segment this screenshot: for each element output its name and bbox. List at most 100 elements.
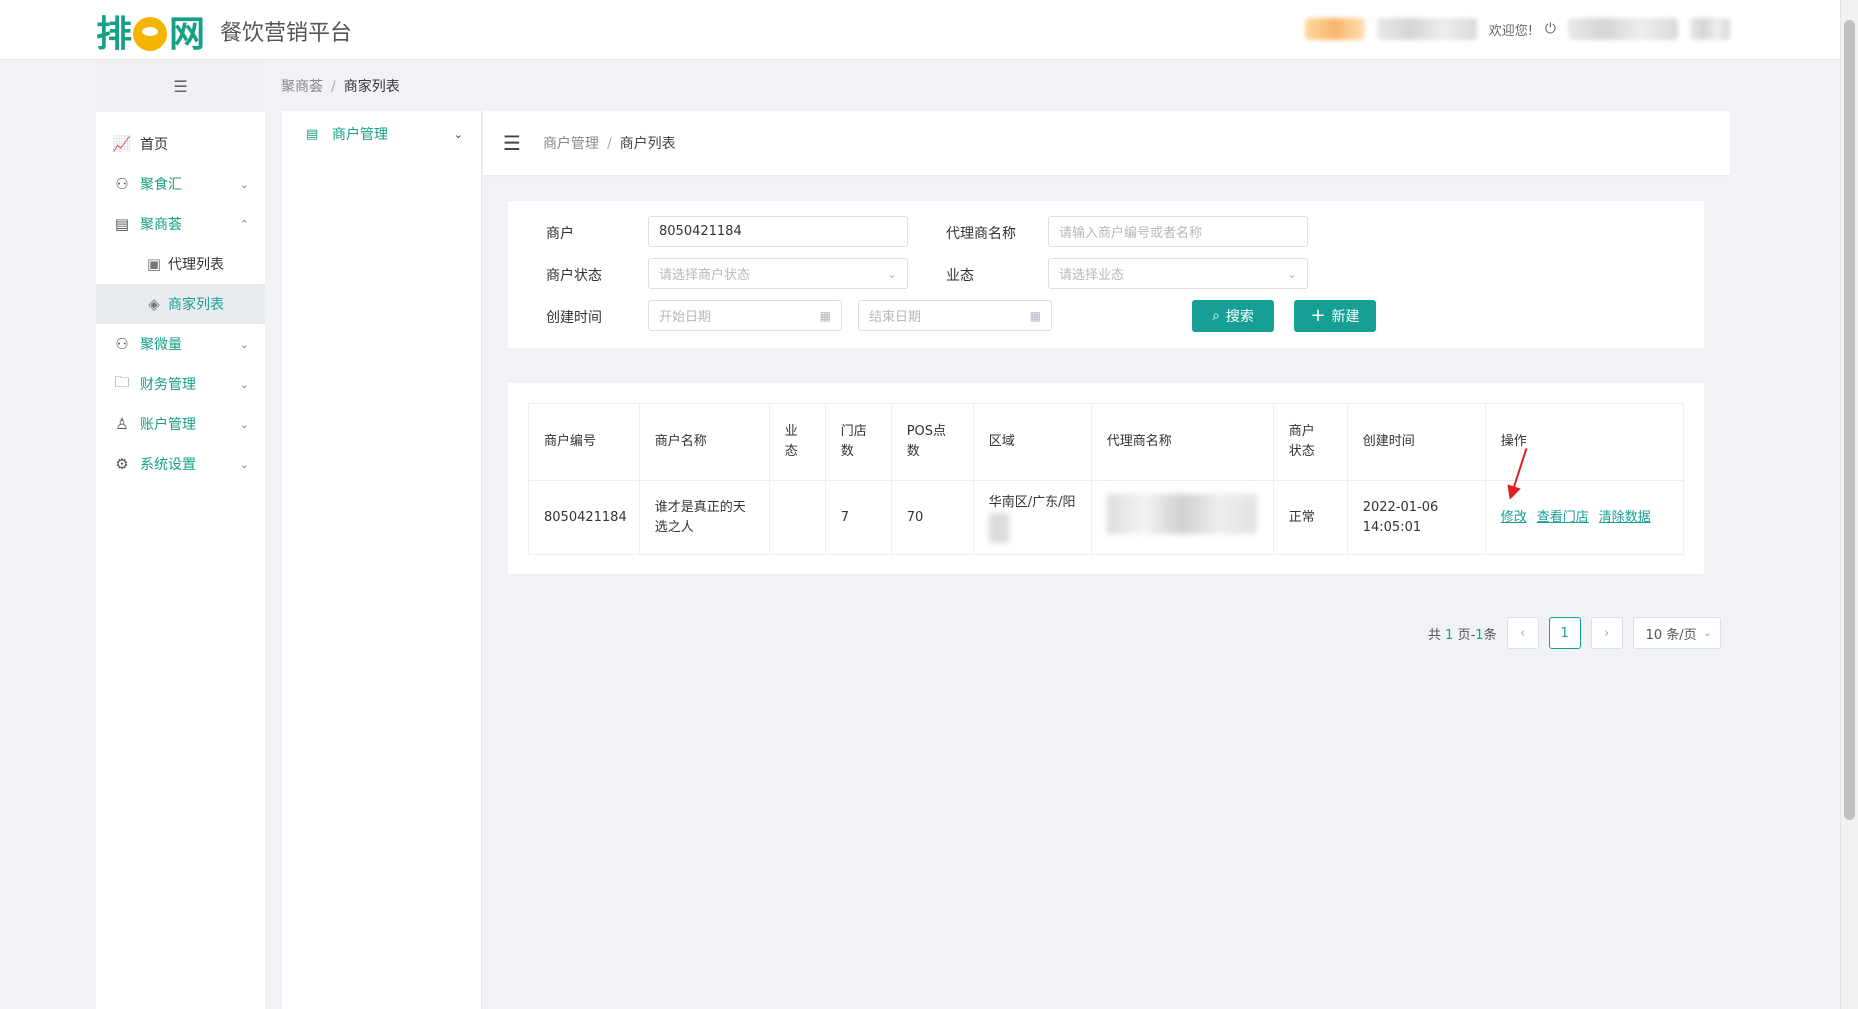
status-label: 商户状态 <box>546 268 602 284</box>
th-created: 创建时间 <box>1346 403 1486 481</box>
cell-region: 华南区/广东/阳 <box>972 480 1092 555</box>
sidebar-item-juweiliang[interactable]: ⚇ 聚微量 ⌄ <box>96 324 265 364</box>
sidebar-item-agent-list[interactable]: ▣ 代理列表 <box>96 244 265 284</box>
sidebar-item-home[interactable]: 📈 首页 <box>96 124 265 164</box>
cell-merchant-name: 谁才是真正的天选之人 <box>638 480 770 555</box>
th-business: 业态 <box>768 403 826 481</box>
cell-merchant-id: 8050421184 <box>528 480 640 555</box>
prev-page-button[interactable]: ‹ <box>1506 617 1539 649</box>
content-header: ☰ 商户管理 / 商户列表 <box>483 111 1730 175</box>
user-icon: ♙ <box>115 415 129 433</box>
cell-created: 2022-01-06 14:05:01 <box>1346 480 1486 555</box>
th-status: 商户状态 <box>1272 403 1348 481</box>
start-date-placeholder: 开始日期 <box>659 310 712 325</box>
account-blurred <box>1568 18 1678 40</box>
calendar-icon: ▦ <box>1029 308 1041 323</box>
sidebar-item-jushanghui[interactable]: ▤ 聚商荟 ⌃ <box>96 204 265 244</box>
inner-menu-merchant-management[interactable]: ▤ 商户管理 ⌄ <box>282 111 481 157</box>
th-agent-name: 代理商名称 <box>1090 403 1274 481</box>
search-icon: ⌕ <box>1212 308 1220 324</box>
th-region: 区域 <box>972 403 1092 481</box>
end-date-input[interactable]: 结束日期 ▦ <box>858 300 1052 331</box>
avatar <box>1304 18 1365 40</box>
breadcrumb-parent[interactable]: 商户管理 <box>543 136 599 152</box>
calendar-icon: ▦ <box>819 308 831 323</box>
pagination: 共 1 页-1条 ‹ 1 › 10 条/页 ⌄ <box>1428 617 1721 649</box>
page-size-value: 10 条/页 <box>1645 627 1697 643</box>
chevron-down-icon: ⌄ <box>239 457 249 471</box>
clear-data-link[interactable]: 清除数据 <box>1599 510 1651 525</box>
page-scrollbar[interactable] <box>1840 0 1858 1009</box>
gear-icon: ⚙ <box>115 455 129 473</box>
chevron-up-icon: ⌃ <box>239 217 249 231</box>
user-group-icon: ⚇ <box>115 335 129 353</box>
status-select[interactable]: 请选择商户状态 ⌄ <box>648 258 908 289</box>
business-label: 业态 <box>946 268 974 284</box>
th-merchant-id: 商户编号 <box>528 403 640 481</box>
agent-name-blurred <box>1106 494 1257 534</box>
menu-fold-icon[interactable]: ☰ <box>503 131 521 155</box>
merchant-input[interactable]: 8050421184 <box>648 216 908 247</box>
table-card: 商户编号 商户名称 业态 门店数 POS点数 区域 代理商名称 商户状态 创建时… <box>508 383 1704 574</box>
new-button[interactable]: + 新建 <box>1294 300 1376 332</box>
chevron-down-icon: ⌄ <box>1286 266 1297 281</box>
cell-business <box>768 480 826 555</box>
folder-icon: 🗀 <box>114 372 130 391</box>
sidebar-item-finance[interactable]: 🗀 财务管理 ⌄ <box>96 364 265 404</box>
collapse-icon[interactable]: ☰ <box>96 61 265 112</box>
chevron-down-icon: ⌄ <box>453 127 463 141</box>
sidebar-item-merchant-list[interactable]: ◈ 商家列表 <box>96 284 265 324</box>
chevron-down-icon: ⌄ <box>239 337 249 351</box>
sidebar-item-settings[interactable]: ⚙ 系统设置 ⌄ <box>96 444 265 484</box>
inner-sidebar: ▤ 商户管理 ⌄ <box>282 111 482 1009</box>
chevron-down-icon: ⌄ <box>239 177 249 191</box>
view-stores-link[interactable]: 查看门店 <box>1537 510 1589 525</box>
plus-icon: + <box>1310 305 1326 326</box>
breadcrumb: 聚商荟 / 商家列表 <box>281 79 400 95</box>
agent-input[interactable]: 请输入商户编号或者名称 <box>1048 216 1308 247</box>
business-select[interactable]: 请选择业态 ⌄ <box>1048 258 1308 289</box>
edit-link[interactable]: 修改 <box>1501 510 1527 525</box>
breadcrumb-parent[interactable]: 聚商荟 <box>281 79 323 95</box>
search-button[interactable]: ⌕ 搜索 <box>1192 300 1274 332</box>
search-button-label: 搜索 <box>1225 309 1254 325</box>
list-search-icon: ▣ <box>146 255 162 273</box>
sidebar-item-account[interactable]: ♙ 账户管理 ⌄ <box>96 404 265 444</box>
layers-icon: ◈ <box>148 295 160 313</box>
sidebar-item-label: 聚微量 <box>140 337 182 353</box>
start-date-input[interactable]: 开始日期 ▦ <box>648 300 842 331</box>
power-icon[interactable]: ⏻ <box>1545 21 1556 37</box>
pagination-total: 共 1 页-1条 <box>1428 627 1497 643</box>
store-icon: ▤ <box>114 215 130 233</box>
chevron-down-icon: ⌄ <box>239 417 249 431</box>
user-area[interactable]: 欢迎您! ⏻ <box>1304 14 1730 44</box>
user-name-blurred <box>1376 18 1477 40</box>
sidebar-item-jushihui[interactable]: ⚇ 聚食汇 ⌄ <box>96 164 265 204</box>
platform-title: 餐饮营销平台 <box>220 21 353 46</box>
inner-menu-label: 商户管理 <box>332 127 388 143</box>
store-icon: ▤ <box>306 126 319 142</box>
next-page-button[interactable]: › <box>1590 617 1623 649</box>
logo[interactable]: 排网 餐饮营销平台 <box>96 10 353 55</box>
logout-blurred[interactable] <box>1690 18 1730 40</box>
sidebar-item-label: 首页 <box>140 137 168 153</box>
end-date-placeholder: 结束日期 <box>869 310 922 325</box>
page-size-select[interactable]: 10 条/页 ⌄ <box>1632 617 1721 649</box>
merchant-label: 商户 <box>546 226 574 242</box>
chart-icon: 📈 <box>112 135 132 153</box>
cell-agent-name <box>1090 480 1274 555</box>
business-placeholder: 请选择业态 <box>1059 268 1125 283</box>
sidebar-item-label: 系统设置 <box>140 457 196 473</box>
th-merchant-name: 商户名称 <box>638 403 770 481</box>
chevron-down-icon: ⌄ <box>886 266 897 281</box>
breadcrumb-current: 商户列表 <box>619 136 676 152</box>
breadcrumb-current: 商家列表 <box>343 79 400 95</box>
user-group-icon: ⚇ <box>115 175 129 193</box>
chevron-down-icon: ⌄ <box>1703 627 1712 639</box>
new-button-label: 新建 <box>1331 309 1360 325</box>
scrollbar-thumb[interactable] <box>1844 20 1855 820</box>
content-breadcrumb: 商户管理 / 商户列表 <box>542 136 676 152</box>
page-number-button[interactable]: 1 <box>1548 617 1581 649</box>
filter-form: 商户 8050421184 代理商名称 请输入商户编号或者名称 商户状态 请选择… <box>508 201 1704 348</box>
sidebar-item-label: 聚食汇 <box>140 177 182 193</box>
